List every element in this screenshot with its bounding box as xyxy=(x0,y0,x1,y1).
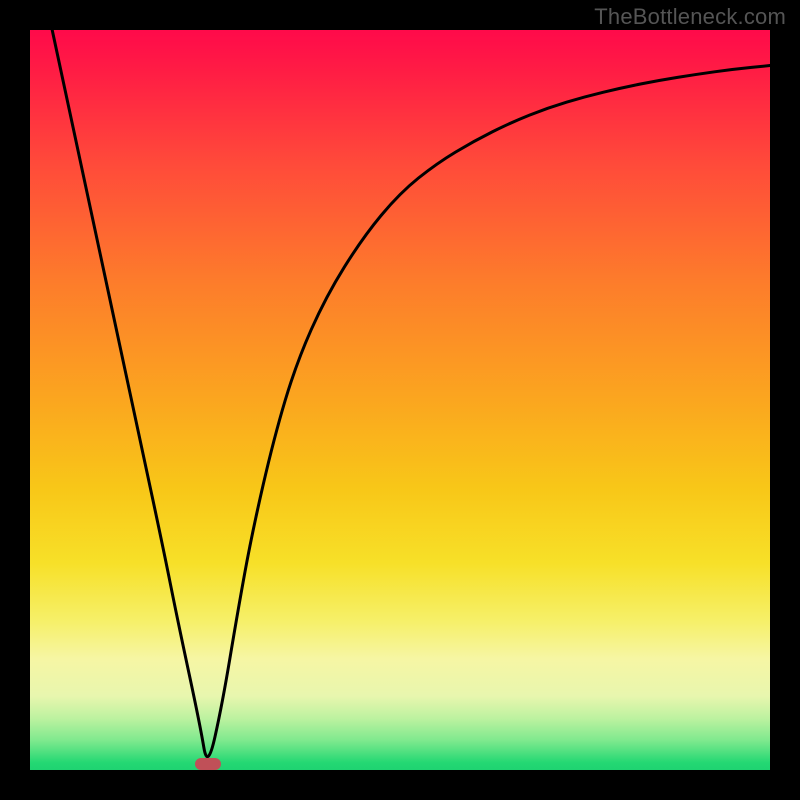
chart-frame: TheBottleneck.com xyxy=(0,0,800,800)
bottleneck-curve xyxy=(52,30,770,757)
watermark-text: TheBottleneck.com xyxy=(594,4,786,30)
curve-svg xyxy=(30,30,770,770)
optimum-marker xyxy=(195,758,221,770)
plot-area xyxy=(30,30,770,770)
